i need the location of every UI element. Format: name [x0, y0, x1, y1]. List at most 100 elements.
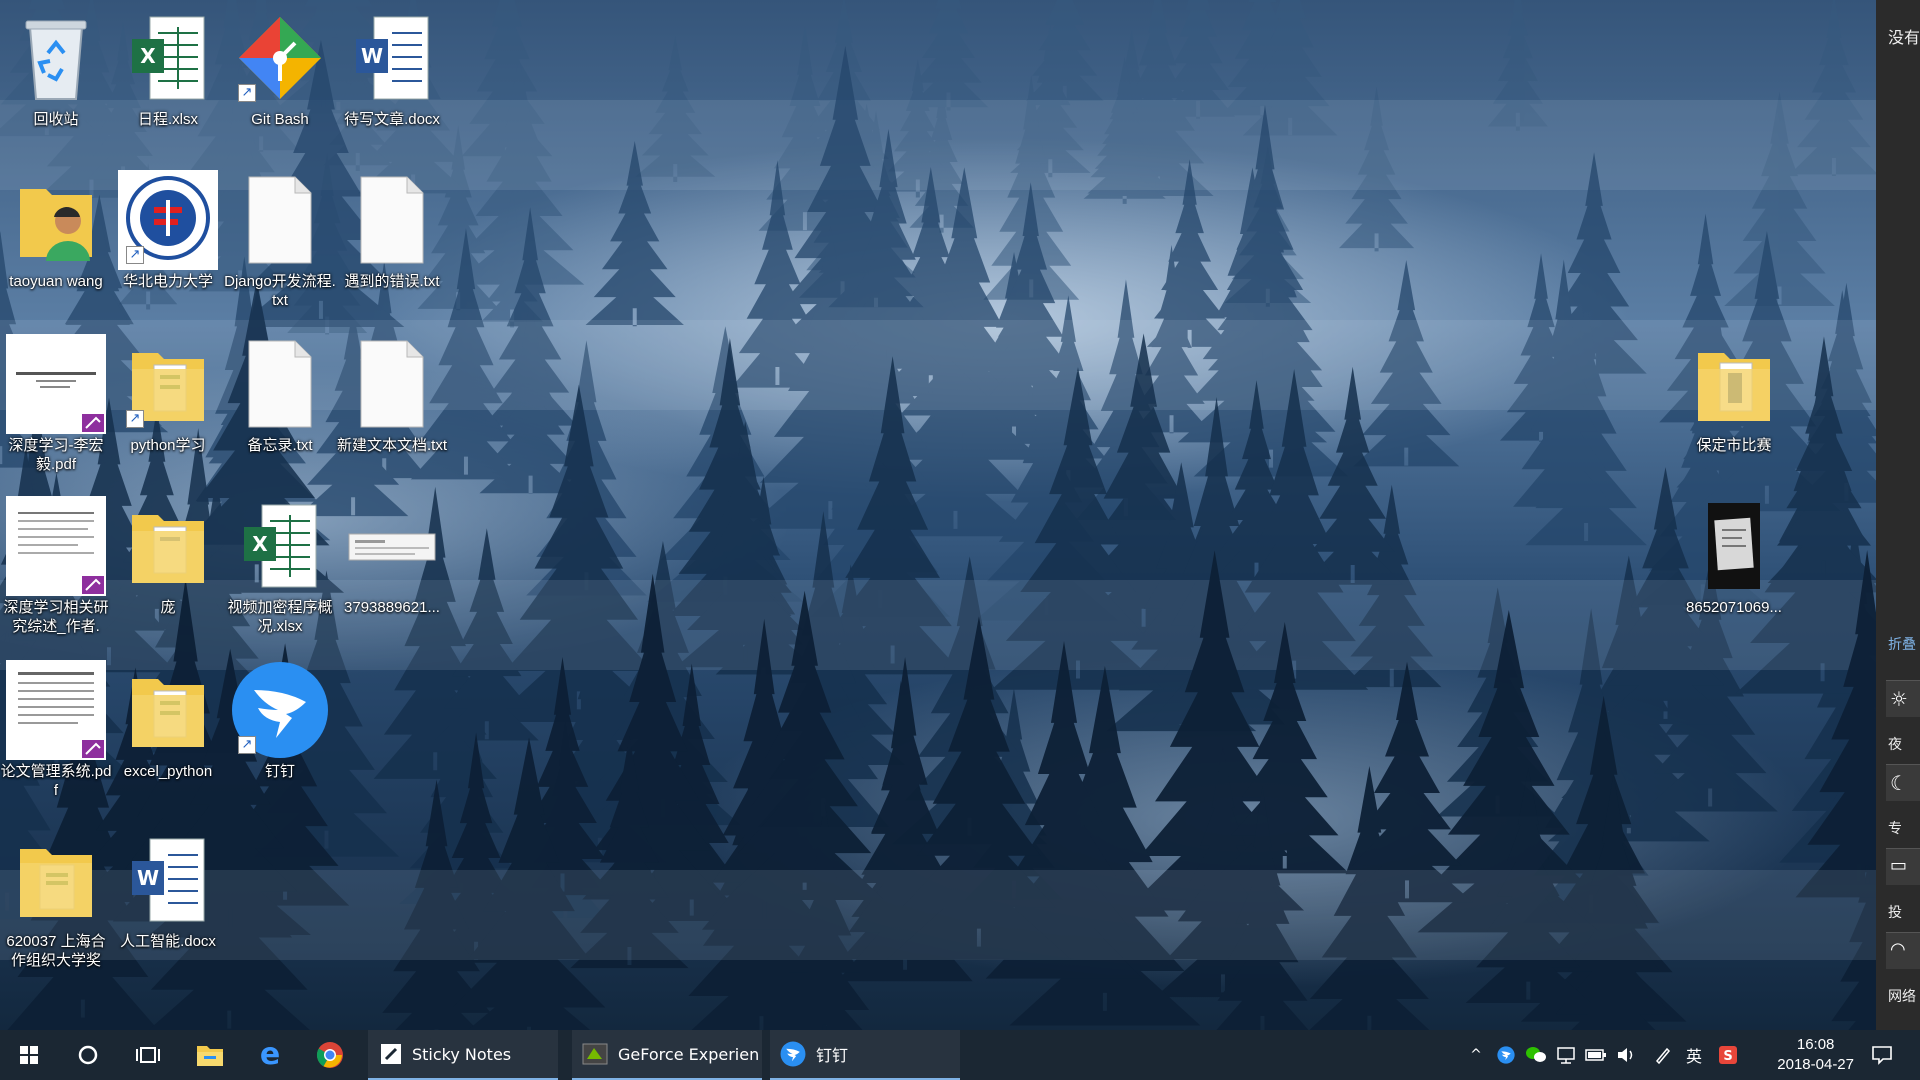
folder-icon — [6, 830, 106, 930]
desktop-icon-dingtalk[interactable]: ↗ 钉钉 — [224, 660, 336, 781]
desktop-icon-photo[interactable]: 8652071069... — [1678, 496, 1790, 617]
desktop-icon-user-folder[interactable]: taoyuan wang — [0, 170, 112, 291]
shortcut-arrow-icon: ↗ — [238, 84, 256, 102]
desktop-icon-txt[interactable]: 新建文本文档.txt — [336, 334, 448, 455]
pdf-file-icon — [6, 660, 106, 760]
icon-label: 8652071069... — [1686, 599, 1782, 616]
icon-label: excel_python — [123, 763, 213, 780]
desktop-icon-folder[interactable]: 保定市比赛 — [1678, 334, 1790, 455]
word-file-icon: W — [118, 830, 218, 930]
action-center-panel[interactable]: 没有 折叠 ☼ 夜 ☾ 专 ▭ 投 ◠ 网络 — [1876, 0, 1920, 1030]
icon-label: 庞 — [160, 599, 176, 616]
desktop-icon-txt[interactable]: 备忘录.txt — [224, 334, 336, 455]
taskbar-app-label: GeForce Experien — [618, 1044, 760, 1064]
notification-icon — [1872, 1046, 1892, 1065]
clock-time: 16:08 — [1796, 1036, 1835, 1053]
tray-sogou[interactable]: S — [1714, 1030, 1742, 1080]
icon-label: python学习 — [130, 437, 206, 454]
desktop-icon-pdf[interactable]: 论文管理系统.pdf — [0, 660, 112, 800]
tray-dingtalk[interactable] — [1492, 1030, 1520, 1080]
taskbar-app-label: Sticky Notes — [412, 1044, 512, 1064]
icon-label: 待写文章.docx — [344, 111, 440, 128]
desktop-icon-word[interactable]: W 待写文章.docx — [336, 8, 448, 129]
sticky-notes-icon — [381, 1044, 401, 1064]
icon-label: 3793889621... — [344, 599, 440, 616]
tray-volume[interactable] — [1612, 1030, 1640, 1080]
shortcut-arrow-icon: ↗ — [126, 410, 144, 428]
brightness-icon: ☼ — [1890, 687, 1908, 711]
edge-button[interactable]: e — [240, 1030, 300, 1080]
icon-label: 日程.xlsx — [137, 111, 198, 128]
tray-network[interactable] — [1552, 1030, 1580, 1080]
taskbar-app-dingtalk[interactable]: 钉钉 — [770, 1030, 960, 1080]
desktop-icon-pdf[interactable]: 深度学习相关研究综述_作者. — [0, 496, 112, 636]
taskbar-app-label: 钉钉 — [816, 1046, 849, 1065]
wifi-icon: ◠ — [1890, 939, 1906, 960]
tray-pen[interactable] — [1648, 1030, 1678, 1080]
chevron-up-icon: ^ — [1470, 1047, 1482, 1063]
tray-wechat[interactable] — [1522, 1030, 1550, 1080]
desktop-icon-folder[interactable]: ↗ python学习 — [112, 334, 224, 455]
desktop-icon-folder[interactable]: 620037 上海合作组织大学奖 — [0, 830, 112, 970]
dingtalk-icon — [1497, 1046, 1515, 1064]
task-view-button[interactable] — [118, 1030, 178, 1080]
recycle-bin-icon — [6, 8, 106, 108]
tray-battery[interactable] — [1582, 1030, 1610, 1080]
desktop-icon-txt[interactable]: 遇到的错误.txt — [336, 170, 448, 291]
panel-tile-label: 投 — [1888, 905, 1902, 921]
excel-file-icon: X — [118, 8, 218, 108]
text-file-icon — [230, 170, 330, 270]
desktop-icon-folder[interactable]: excel_python — [112, 660, 224, 781]
file-explorer-button[interactable] — [180, 1030, 240, 1080]
desktop-icon-txt[interactable]: Django开发流程.txt — [224, 170, 336, 310]
brightness-tile[interactable]: ☼ — [1886, 680, 1920, 717]
battery-icon — [1585, 1049, 1606, 1061]
file-explorer-icon — [197, 1046, 223, 1066]
edge-icon: e — [259, 1037, 281, 1072]
taskbar: e Sticky Notes GeForce Experien 钉钉 ^ 英 S… — [0, 1030, 1920, 1080]
pen-ink-icon — [1655, 1047, 1671, 1065]
task-view-icon — [136, 1047, 160, 1063]
icon-label: Git Bash — [251, 111, 309, 128]
desktop-icon-folder[interactable]: 庞 — [112, 496, 224, 617]
taskbar-app-sticky-notes[interactable]: Sticky Notes — [368, 1030, 558, 1080]
word-file-icon: W — [342, 8, 442, 108]
icon-label: 人工智能.docx — [120, 933, 216, 950]
tray-ime[interactable]: 英 — [1680, 1030, 1708, 1080]
desktop-icon-word[interactable]: W 人工智能.docx — [112, 830, 224, 951]
folder-icon — [118, 660, 218, 760]
panel-top-text: 没有 — [1888, 28, 1920, 47]
collapse-link[interactable]: 折叠 — [1888, 634, 1916, 654]
image-file-icon — [342, 496, 442, 596]
folder-icon — [118, 496, 218, 596]
search-button[interactable] — [58, 1030, 118, 1080]
night-light-tile[interactable]: ☾ — [1886, 764, 1920, 801]
icon-label: 论文管理系统.pdf — [0, 763, 112, 799]
action-center-button[interactable] — [1860, 1030, 1904, 1080]
taskbar-app-geforce[interactable]: GeForce Experien — [572, 1030, 762, 1080]
icon-label: 深度学习-李宏毅.pdf — [8, 437, 104, 473]
pdf-file-icon — [6, 334, 106, 434]
desktop-icon-git-bash[interactable]: ↗ Git Bash — [224, 8, 336, 129]
wechat-icon — [1526, 1047, 1546, 1062]
icon-label: taoyuan wang — [9, 273, 103, 290]
start-button[interactable] — [0, 1030, 58, 1080]
network-tile[interactable]: ◠ — [1886, 932, 1920, 969]
desktop-icon-pdf[interactable]: 深度学习-李宏毅.pdf — [0, 334, 112, 474]
desktop[interactable]: 回收站 taoyuan wang 深度学习-李宏毅.pdf 深度学习相关研究综述… — [0, 0, 1920, 1080]
windows-logo-icon — [20, 1046, 38, 1064]
project-tile[interactable]: ▭ — [1886, 848, 1920, 885]
desktop-icon-excel[interactable]: X 视频加密程序概况.xlsx — [224, 496, 336, 636]
desktop-icon-recycle-bin[interactable]: 回收站 — [0, 8, 112, 129]
panel-tile-label: 夜 — [1888, 737, 1902, 753]
chrome-icon — [316, 1042, 343, 1068]
desktop-icon-image[interactable]: 3793889621... — [336, 496, 448, 617]
chrome-button[interactable] — [300, 1030, 360, 1080]
dingtalk-icon: ↗ — [230, 660, 330, 760]
desktop-icon-excel[interactable]: X 日程.xlsx — [112, 8, 224, 129]
tray-clock[interactable]: 16:08 2018-04-27 — [1777, 1035, 1854, 1075]
speaker-icon — [1618, 1048, 1633, 1062]
tray-overflow-button[interactable]: ^ — [1464, 1030, 1488, 1080]
icon-label: 华北电力大学 — [122, 273, 213, 290]
desktop-icon-shortcut[interactable]: ↗ 华北电力大学 — [112, 170, 224, 291]
